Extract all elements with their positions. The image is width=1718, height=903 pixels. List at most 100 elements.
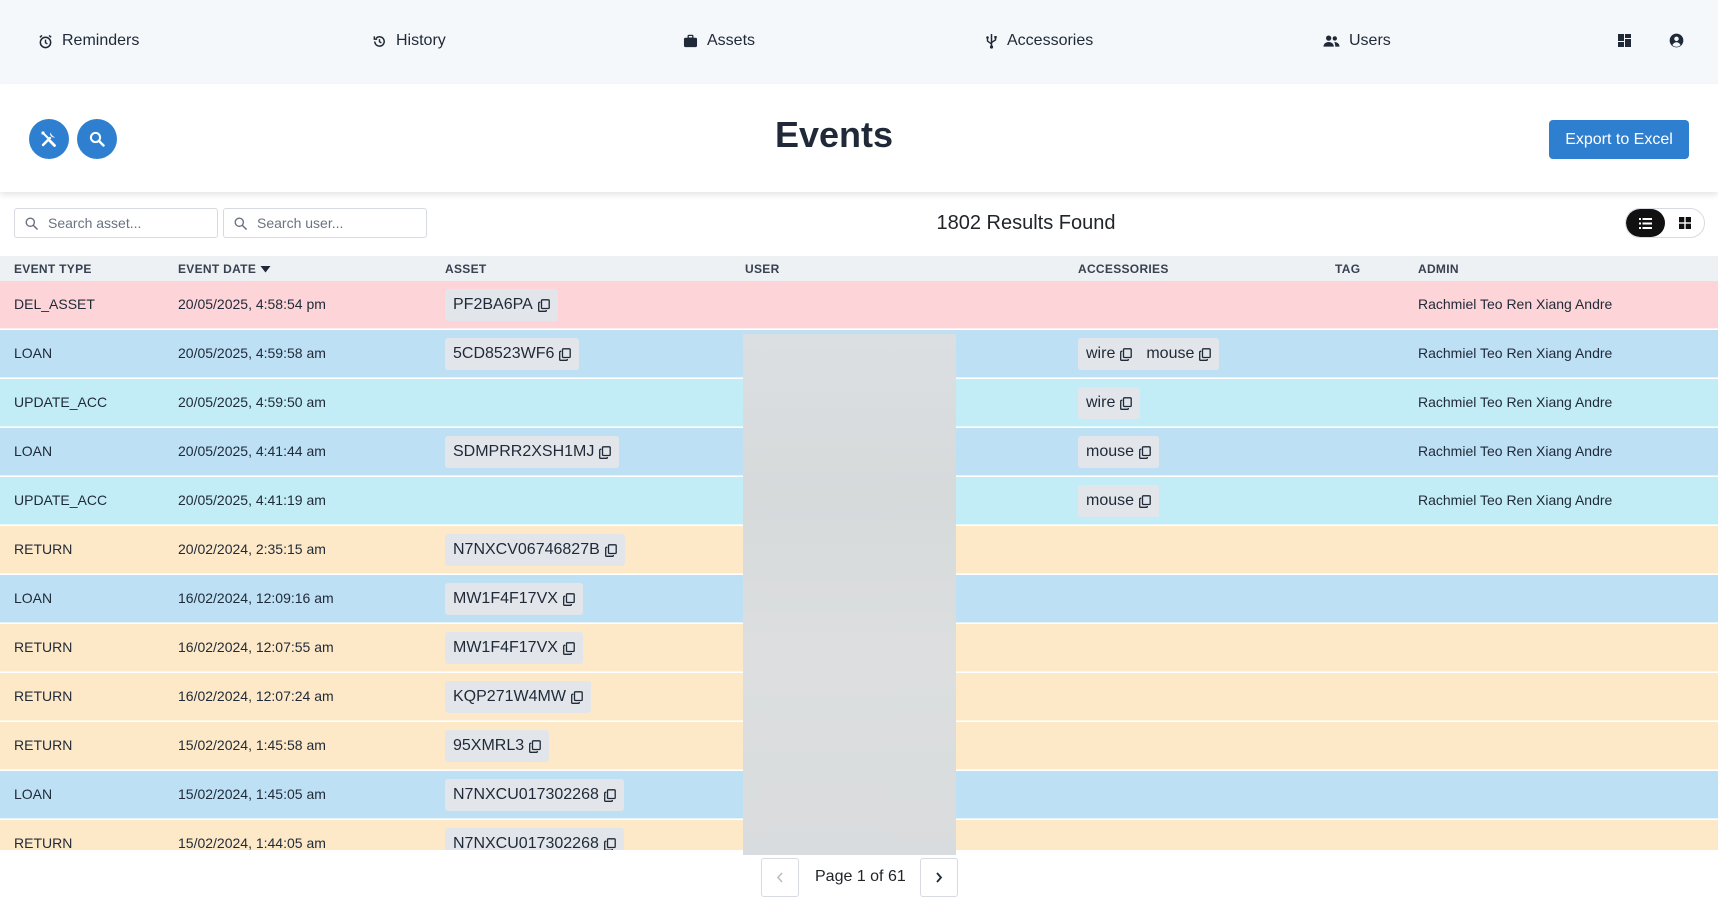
asset-chip[interactable]: SDMPRR2XSH1MJ [445,436,620,468]
asset-chip[interactable]: PF2BA6PA [445,289,558,321]
results-count: 1802 Results Found [936,212,1116,234]
table-row[interactable]: DEL_ASSET 20/05/2025, 4:58:54 pm PF2BA6PA R… [0,281,1718,329]
nav-item-history[interactable]: History [372,28,446,54]
copy-icon [559,347,572,361]
pagination: Page 1 of 61 [0,855,1718,903]
event-type-cell: LOAN [14,345,53,361]
asset-chip[interactable]: MW1F4F17VX [445,583,583,615]
copy-accessory-button[interactable] [1120,347,1133,361]
chevron-left-icon [776,872,783,883]
grid-view-button[interactable] [1665,209,1704,237]
asset-chip[interactable]: N7NXCV06746827B [445,534,625,566]
nav-item-accessories[interactable]: Accessories [985,28,1093,54]
copy-icon [570,690,583,704]
asset-id: MW1F4F17VX [453,639,558,656]
asset-id: KQP271W4MW [453,688,566,705]
copy-asset-button[interactable] [559,347,572,361]
column-header-event-type[interactable]: EVENT TYPE [14,262,92,276]
account-icon [1669,33,1683,47]
copy-icon [599,445,612,459]
copy-asset-button[interactable] [529,739,542,753]
asset-chip[interactable]: N7NXCU017302268 [445,779,624,811]
admin-cell: Rachmiel Teo Ren Xiang Andre [1418,296,1613,312]
asset-chip[interactable]: 5CD8523WF6 [445,338,580,370]
asset-id: SDMPRR2XSH1MJ [453,443,595,460]
copy-asset-button[interactable] [603,788,616,802]
accessory-name: wire [1086,394,1116,411]
copy-asset-button[interactable] [570,690,583,704]
nav-item-reminders[interactable]: Reminders [38,28,139,54]
accessory-item: wire [1086,394,1133,412]
copy-asset-button[interactable] [537,298,550,312]
copy-icon [604,543,617,557]
list-view-button[interactable] [1626,209,1665,237]
event-date-cell: 16/02/2024, 12:07:55 am [178,639,334,655]
copy-icon [1120,396,1133,410]
event-type-cell: LOAN [14,590,53,606]
nav-item-assets[interactable]: Assets [683,28,755,54]
nav-label: History [396,32,446,49]
nav-item-users[interactable]: Users [1323,28,1391,54]
asset-chip[interactable]: 95XMRL3 [445,730,550,762]
export-to-excel-button[interactable]: Export to Excel [1549,120,1689,159]
copy-asset-button[interactable] [562,592,575,606]
admin-cell: Rachmiel Teo Ren Xiang Andre [1418,492,1613,508]
copy-icon [562,641,575,655]
accessories-chip: wire [1078,387,1141,419]
chevron-right-icon [936,872,943,883]
event-date-cell: 20/05/2025, 4:41:44 am [178,443,326,459]
copy-asset-button[interactable] [599,445,612,459]
briefcase-icon [683,34,698,48]
asset-id: 95XMRL3 [453,737,525,754]
accessory-item: wire [1086,345,1133,363]
page-header: Events Export to Excel [0,84,1718,192]
column-header-admin[interactable]: ADMIN [1418,262,1459,276]
copy-icon [603,788,616,802]
copy-icon [603,837,616,850]
event-type-cell: RETURN [14,835,73,850]
copy-accessory-button[interactable] [1199,347,1212,361]
accessories-chip: mouse [1078,485,1160,517]
asset-chip[interactable]: MW1F4F17VX [445,632,583,664]
asset-chip[interactable]: N7NXCU017302268 [445,828,624,850]
copy-accessory-button[interactable] [1120,396,1133,410]
event-type-cell: RETURN [14,688,73,704]
copy-icon [1199,347,1212,361]
event-type-cell: UPDATE_ACC [14,492,108,508]
accessory-name: mouse [1086,492,1135,509]
next-page-button[interactable] [920,858,958,897]
previous-page-button[interactable] [761,858,799,897]
column-header-event-date[interactable]: EVENT DATE [178,262,271,276]
dashboard-button[interactable] [1614,30,1634,50]
copy-icon [1120,347,1133,361]
usb-icon [986,34,997,49]
accessory-item: mouse [1086,443,1151,461]
alarm-clock-icon [39,34,52,48]
page-indicator: Page 1 of 61 [815,868,906,885]
copy-accessory-button[interactable] [1139,445,1151,459]
event-type-cell: LOAN [14,786,53,802]
copy-accessory-button[interactable] [1139,494,1151,508]
nav-label: Users [1349,32,1391,49]
users-icon [1323,35,1340,47]
copy-asset-button[interactable] [604,543,617,557]
column-header-tag[interactable]: TAG [1335,262,1360,276]
column-header-label: EVENT DATE [178,262,257,276]
copy-icon [1139,445,1151,459]
event-type-cell: RETURN [14,737,73,753]
account-button[interactable] [1666,30,1686,50]
copy-icon [562,592,575,606]
redacted-user-column [743,334,956,860]
asset-chip[interactable]: KQP271W4MW [445,681,591,713]
copy-asset-button[interactable] [603,837,616,850]
column-header-accessories[interactable]: ACCESSORIES [1078,262,1169,276]
event-type-cell: UPDATE_ACC [14,394,108,410]
history-icon [373,35,385,47]
column-header-asset[interactable]: ASSET [445,262,487,276]
accessory-name: wire [1086,345,1116,362]
asset-id: PF2BA6PA [453,296,533,313]
column-header-user[interactable]: USER [745,262,780,276]
copy-asset-button[interactable] [562,641,575,655]
accessory-name: mouse [1146,345,1195,362]
admin-cell: Rachmiel Teo Ren Xiang Andre [1418,345,1613,361]
